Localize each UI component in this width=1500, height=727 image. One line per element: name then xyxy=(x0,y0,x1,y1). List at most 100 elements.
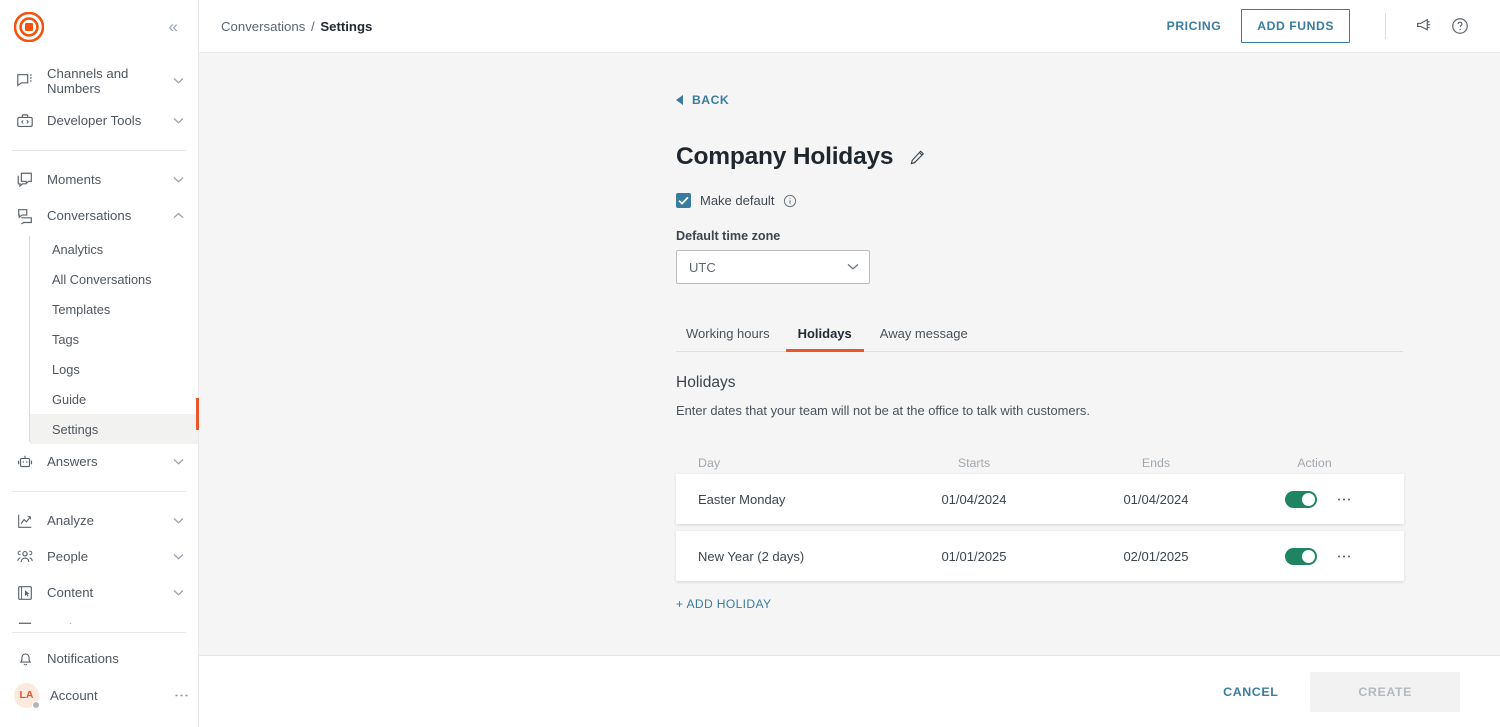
sidebar-item-analytics[interactable]: Analytics xyxy=(30,234,198,264)
sidebar-divider xyxy=(12,491,186,492)
cell-ends: 01/04/2024 xyxy=(1123,491,1189,507)
megaphone-icon[interactable] xyxy=(1406,12,1442,40)
chevron-down-icon xyxy=(173,75,184,87)
breadcrumb: Conversations / Settings xyxy=(221,19,372,34)
bell-icon xyxy=(14,650,36,667)
make-default-checkbox[interactable] xyxy=(676,193,691,208)
sidebar-item-templates[interactable]: Templates xyxy=(30,294,198,324)
sidebar-item-label: Channels and Numbers xyxy=(47,65,129,96)
exchange-store-icon xyxy=(14,618,36,624)
help-circle-icon[interactable] xyxy=(1442,12,1478,40)
tab-holidays[interactable]: Holidays xyxy=(785,326,864,352)
cell-starts: 01/01/2025 xyxy=(941,548,1007,564)
sidebar-item-answers[interactable]: Answers xyxy=(0,444,198,480)
row-menu-kebab-icon[interactable]: ⋮ xyxy=(1336,549,1353,564)
add-holiday-button[interactable]: + ADD HOLIDAY xyxy=(676,597,771,611)
sidebar-item-developer-tools[interactable]: Developer Tools xyxy=(0,103,198,139)
chevron-down-icon xyxy=(847,261,859,273)
row-menu-kebab-icon[interactable]: ⋮ xyxy=(1336,492,1353,507)
topbar-actions: PRICING ADD FUNDS xyxy=(1153,9,1478,43)
chevron-down-icon xyxy=(173,456,184,468)
column-header-ends: Ends xyxy=(1141,456,1171,470)
holiday-enabled-toggle[interactable] xyxy=(1285,547,1318,565)
timezone-select[interactable]: UTC xyxy=(676,250,870,284)
conversations-icon xyxy=(14,205,36,227)
cell-starts: 01/04/2024 xyxy=(941,491,1007,507)
sidebar-item-all-conversations[interactable]: All Conversations xyxy=(30,264,198,294)
topbar-divider xyxy=(1385,13,1386,39)
toggle-knob xyxy=(1302,549,1316,563)
sidebar-item-label: Notifications xyxy=(47,650,119,666)
sidebar-item-tags[interactable]: Tags xyxy=(30,324,198,354)
sidebar-item-logs[interactable]: Logs xyxy=(30,354,198,384)
sidebar-footer: Notifications LA Account ⋮ xyxy=(0,641,198,727)
tab-away-message[interactable]: Away message xyxy=(868,326,980,351)
breadcrumb-separator: / xyxy=(310,18,315,34)
breadcrumb-parent[interactable]: Conversations xyxy=(221,19,305,34)
nav-group-platform: Analyze People Content xyxy=(0,500,198,624)
sidebar-item-label: Analyze xyxy=(47,513,94,529)
sidebar-header: « xyxy=(0,0,198,53)
sidebar-item-exchange[interactable]: Exchange xyxy=(0,611,198,624)
collapse-sidebar-button[interactable]: « xyxy=(163,14,184,39)
content-icon xyxy=(14,582,36,604)
sidebar: « Channels and Numbers Developer Tools M… xyxy=(0,0,199,727)
sidebar-item-conversations[interactable]: Conversations xyxy=(0,198,198,234)
back-button[interactable]: BACK xyxy=(676,93,729,107)
chevron-down-icon xyxy=(173,623,184,624)
moments-icon xyxy=(14,169,36,191)
infobip-logo[interactable] xyxy=(13,11,45,42)
chevron-up-icon xyxy=(173,210,184,222)
chevron-down-icon xyxy=(173,587,184,599)
nav-group-products: Moments Conversations Analytics All Conv… xyxy=(0,159,198,483)
main-area: Conversations / Settings PRICING ADD FUN… xyxy=(199,0,1500,727)
section-description: Enter dates that your team will not be a… xyxy=(676,403,1090,418)
chat-dots-icon xyxy=(14,70,36,92)
settings-tabs: Working hours Holidays Away message xyxy=(676,326,1403,352)
sidebar-item-guide[interactable]: Guide xyxy=(30,384,198,414)
sidebar-item-label: Exchange xyxy=(47,621,162,624)
pricing-button[interactable]: PRICING xyxy=(1153,11,1236,41)
conversations-subnav: Analytics All Conversations Templates Ta… xyxy=(29,234,198,444)
toggle-knob xyxy=(1302,492,1316,506)
sidebar-item-label: People xyxy=(47,549,89,565)
cell-day: Easter Monday xyxy=(698,491,786,507)
holiday-enabled-toggle[interactable] xyxy=(1285,490,1318,508)
account-menu-kebab-icon[interactable]: ⋮ xyxy=(173,688,190,703)
sidebar-item-settings[interactable]: Settings xyxy=(30,414,198,444)
sidebar-item-people[interactable]: People xyxy=(0,539,198,575)
table-row[interactable]: Easter Monday 01/04/2024 01/04/2024 ⋮ xyxy=(676,474,1404,524)
pencil-edit-icon[interactable] xyxy=(909,149,926,166)
sidebar-item-label: Conversations xyxy=(47,208,132,224)
create-button[interactable]: CREATE xyxy=(1310,671,1460,712)
breadcrumb-current: Settings xyxy=(320,18,373,34)
tab-working-hours[interactable]: Working hours xyxy=(676,326,782,351)
sidebar-item-content[interactable]: Content xyxy=(0,575,198,611)
cancel-button[interactable]: CANCEL xyxy=(1209,675,1292,709)
sidebar-item-moments[interactable]: Moments xyxy=(0,162,198,198)
people-icon xyxy=(14,546,36,568)
sidebar-item-analyze[interactable]: Analyze xyxy=(0,503,198,539)
section-title: Holidays xyxy=(676,374,736,391)
sidebar-item-account[interactable]: LA Account ⋮ xyxy=(0,675,198,715)
add-funds-button[interactable]: ADD FUNDS xyxy=(1241,9,1350,43)
nav-group-channels: Channels and Numbers Developer Tools xyxy=(0,56,198,142)
back-button-label: BACK xyxy=(692,93,730,107)
page-title: Company Holidays xyxy=(676,143,894,170)
content-inner: BACK Company Holidays Make default Defau… xyxy=(199,53,1500,613)
sidebar-item-notifications[interactable]: Notifications xyxy=(0,641,198,675)
sidebar-nav: Channels and Numbers Developer Tools Mom… xyxy=(0,53,198,624)
footer-actions: CANCEL CREATE xyxy=(199,655,1500,727)
cell-day: New Year (2 days) xyxy=(698,548,805,564)
sidebar-item-label: Moments xyxy=(47,172,102,188)
column-header-action: Action xyxy=(1297,456,1332,470)
column-header-day: Day xyxy=(698,456,721,470)
holidays-table: Day Starts Ends Action Easter Monday 01/… xyxy=(676,452,1404,581)
avatar-initials: LA xyxy=(19,689,34,701)
sidebar-item-channels-and-numbers[interactable]: Channels and Numbers xyxy=(0,59,198,103)
content-scroll: BACK Company Holidays Make default Defau… xyxy=(199,53,1500,655)
timezone-field-label: Default time zone xyxy=(676,229,781,243)
page-header: Company Holidays xyxy=(676,143,1500,171)
table-row[interactable]: New Year (2 days) 01/01/2025 02/01/2025 … xyxy=(676,531,1404,581)
info-circle-icon[interactable] xyxy=(783,194,797,208)
